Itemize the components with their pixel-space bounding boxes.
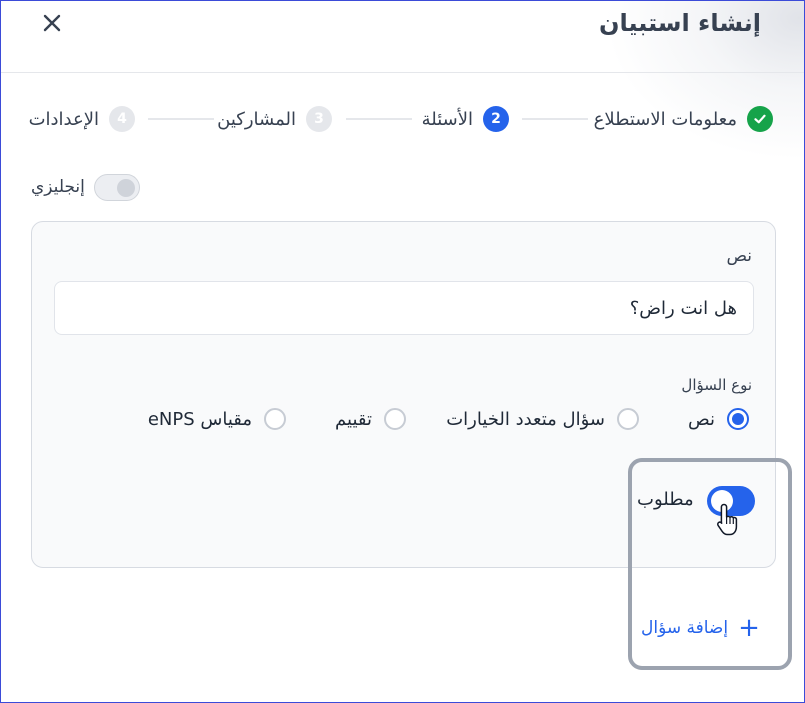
radio-option-multiple-choice[interactable]: سؤال متعدد الخيارات (446, 405, 639, 433)
radio-label: سؤال متعدد الخيارات (446, 408, 605, 430)
toggle-knob (117, 179, 135, 197)
radio-option-enps[interactable]: مقياس eNPS (148, 405, 286, 433)
radio-button[interactable] (727, 408, 749, 430)
check-icon (747, 106, 773, 132)
step-participants[interactable]: 3 المشاركين (217, 105, 332, 133)
language-row: إنجليزي (31, 173, 85, 201)
step-survey-info[interactable]: معلومات الاستطلاع (594, 105, 773, 133)
step-settings[interactable]: 4 الإعدادات (29, 105, 135, 133)
radio-label: تقييم (335, 408, 372, 430)
step-label: المشاركين (217, 108, 296, 130)
step-label: معلومات الاستطلاع (593, 108, 737, 130)
dialog-header: إنشاء استبيان (1, 1, 804, 73)
language-toggle[interactable] (94, 174, 140, 201)
focus-highlight (628, 458, 792, 670)
radio-label: نص (687, 408, 715, 430)
step-number: 2 (483, 106, 509, 132)
step-label: الأسئلة (421, 108, 473, 130)
radio-label: مقياس eNPS (147, 408, 252, 430)
radio-button[interactable] (617, 408, 639, 430)
question-text-label: نص (726, 246, 752, 266)
dialog-title: إنشاء استبيان (598, 9, 761, 37)
radio-button[interactable] (264, 408, 286, 430)
stepper-connector (148, 118, 214, 120)
question-type-label: نوع السؤال (681, 376, 752, 394)
step-number: 3 (306, 106, 332, 132)
radio-option-rating[interactable]: تقييم (335, 405, 406, 433)
step-label: الإعدادات (28, 108, 99, 130)
close-icon[interactable] (41, 12, 63, 34)
question-text-input[interactable] (54, 281, 754, 335)
language-label: إنجليزي (31, 177, 85, 197)
stepper-connector (522, 118, 588, 120)
survey-dialog: إنشاء استبيان معلومات الاستطلاع 2 الأسئل… (0, 0, 805, 703)
step-number: 4 (109, 106, 135, 132)
radio-option-text[interactable]: نص (688, 405, 749, 433)
radio-button[interactable] (384, 408, 406, 430)
stepper-connector (346, 118, 412, 120)
step-questions[interactable]: 2 الأسئلة (422, 105, 509, 133)
